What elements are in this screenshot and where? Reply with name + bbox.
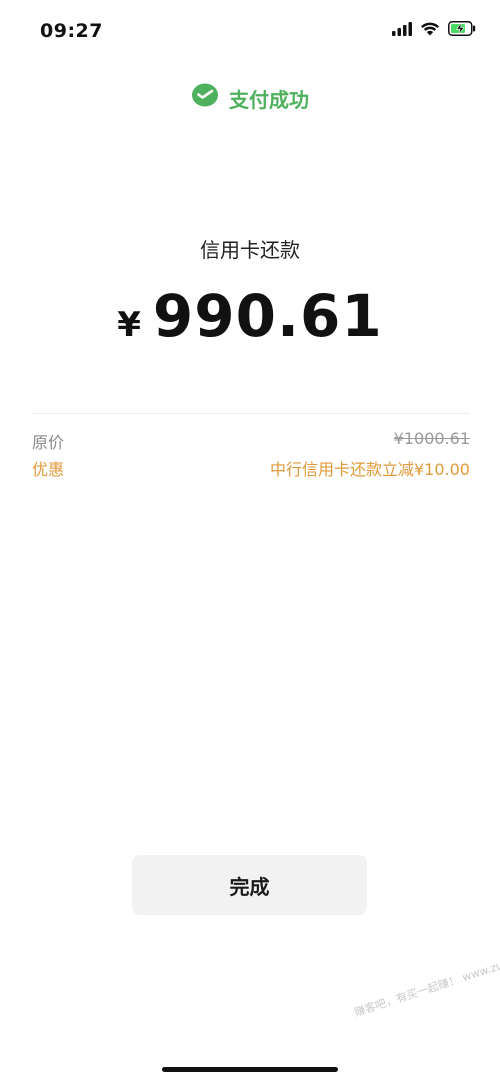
watermark-text: 赚客吧，有买一起赚！ www.zuanke8.com <box>352 940 500 1020</box>
currency-symbol: ¥ <box>117 305 141 345</box>
discount-label: 优惠 <box>32 460 65 479</box>
original-price-row: 原价 ¥1000.61 <box>32 429 470 453</box>
discount-row: 优惠 中行信用卡还款立减¥10.00 <box>32 456 470 480</box>
status-bar: 09:27 <box>0 0 500 60</box>
divider <box>32 413 470 414</box>
merchant-name: 信用卡还款 <box>200 238 300 262</box>
wechat-pay-icon <box>191 82 219 114</box>
wifi-icon <box>420 21 440 40</box>
payment-amount: ¥ 990.61 <box>0 282 500 350</box>
payment-status-title: 支付成功 <box>229 87 309 112</box>
done-button[interactable]: 完成 <box>132 855 367 915</box>
cellular-signal-icon <box>392 21 412 40</box>
status-icons <box>392 21 476 40</box>
amount-value: 990.61 <box>152 282 383 350</box>
home-indicator[interactable] <box>162 1067 338 1072</box>
original-price-label: 原价 <box>32 433 65 452</box>
original-price-value: ¥1000.61 <box>393 429 470 448</box>
payment-success-header: 支付成功 <box>0 82 500 114</box>
status-time: 09:27 <box>40 20 103 42</box>
battery-charging-icon <box>448 21 476 40</box>
discount-value: 中行信用卡还款立减¥10.00 <box>270 460 470 479</box>
